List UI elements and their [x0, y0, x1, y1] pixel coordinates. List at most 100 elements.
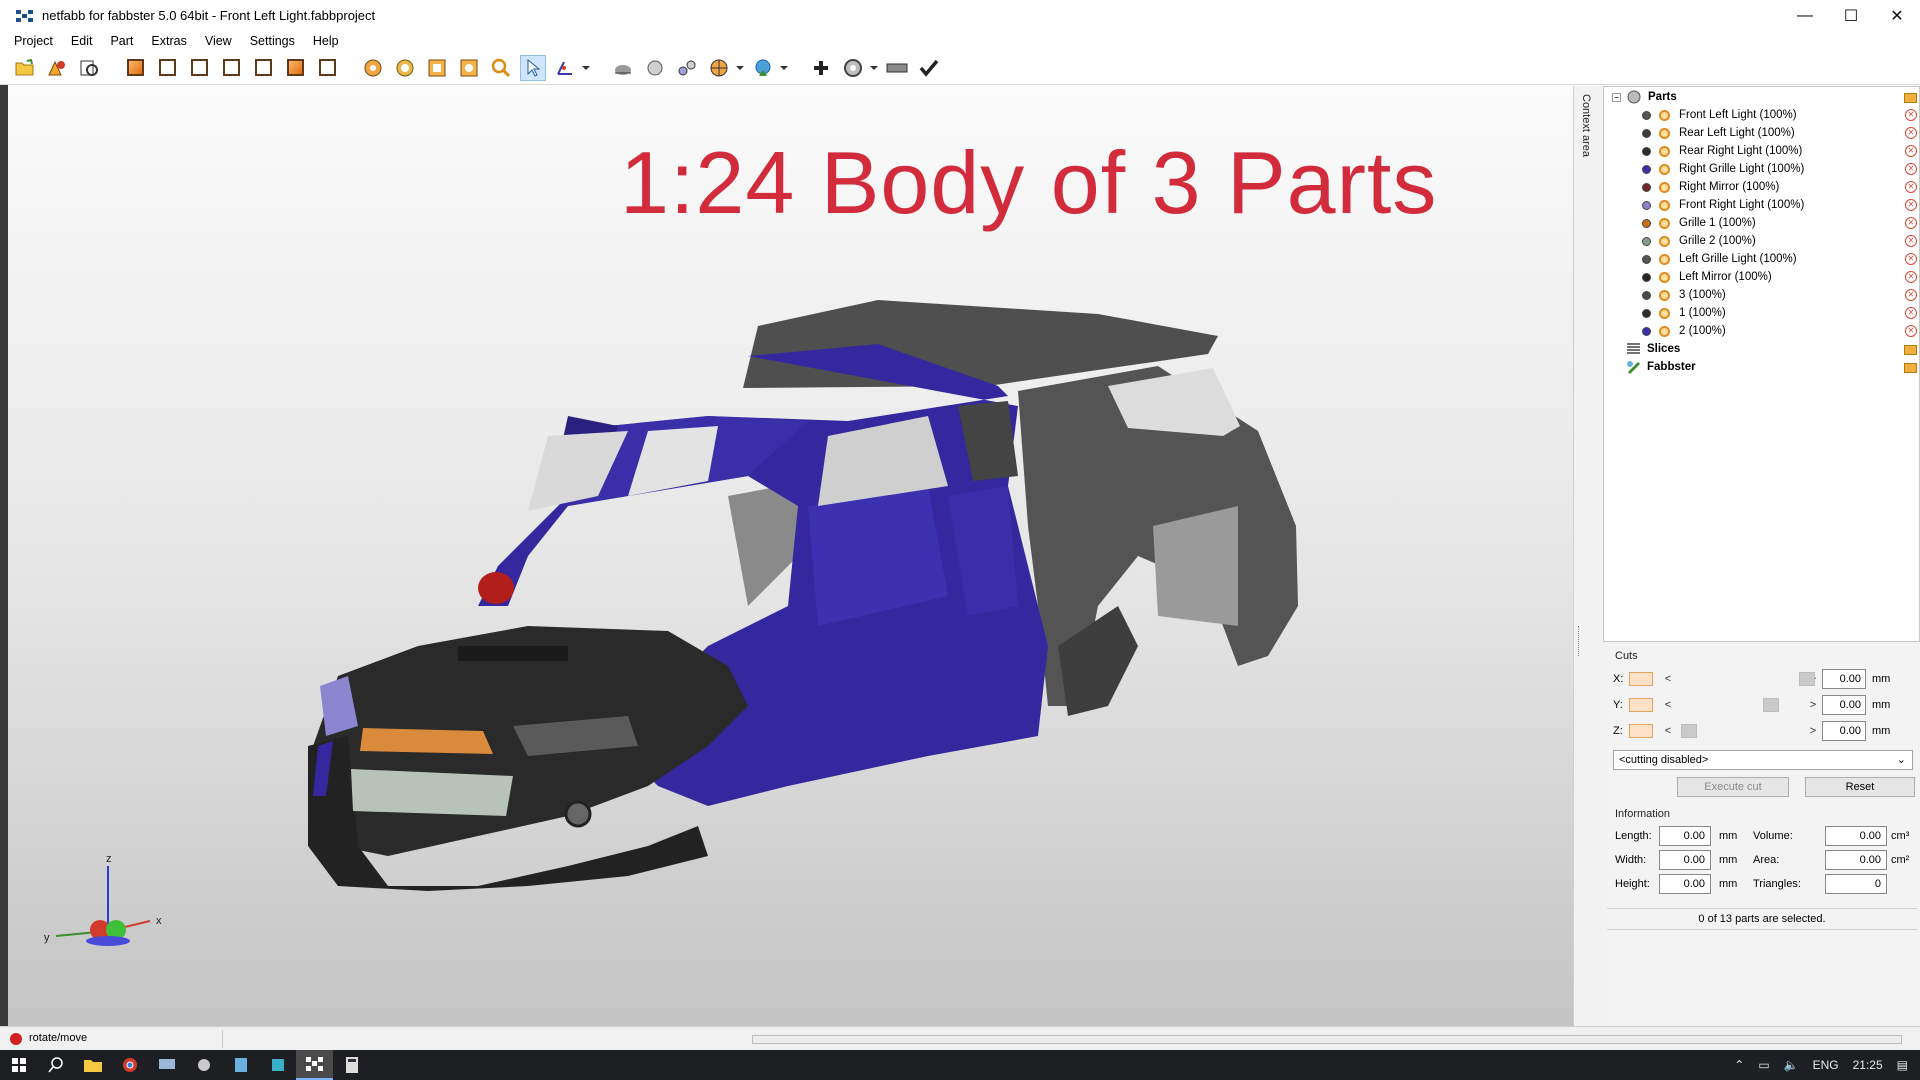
cut-slider-z[interactable]: < > — [1663, 724, 1818, 738]
visibility-eye-icon[interactable] — [1659, 253, 1670, 265]
app-icon-notes[interactable] — [222, 1050, 259, 1080]
tree-part-item[interactable]: Right Grille Light (100%) — [1642, 160, 1804, 178]
tree-part-item[interactable]: Grille 2 (100%) — [1642, 232, 1756, 250]
folder-icon[interactable] — [1904, 363, 1917, 373]
add-part-icon[interactable] — [44, 55, 70, 81]
visibility-eye-icon[interactable] — [1659, 325, 1670, 337]
execute-cut-button[interactable]: Execute cut — [1677, 777, 1789, 797]
visibility-eye-icon[interactable] — [1659, 271, 1670, 283]
tree-part-item[interactable]: Right Mirror (100%) — [1642, 178, 1779, 196]
remove-part-icon[interactable]: ✕ — [1905, 181, 1917, 193]
remove-part-icon[interactable]: ✕ — [1905, 235, 1917, 247]
tree-part-item[interactable]: Front Right Light (100%) — [1642, 196, 1804, 214]
menu-part[interactable]: Part — [110, 34, 133, 48]
visibility-eye-icon[interactable] — [1659, 163, 1670, 175]
chevron-left-icon[interactable]: < — [1663, 725, 1673, 737]
clock[interactable]: 21:25 — [1853, 1058, 1883, 1072]
chevron-right-icon[interactable]: > — [1808, 725, 1818, 737]
chrome-icon[interactable] — [111, 1050, 148, 1080]
menu-extras[interactable]: Extras — [151, 34, 186, 48]
remove-part-icon[interactable]: ✕ — [1905, 127, 1917, 139]
language-indicator[interactable]: ENG — [1813, 1058, 1839, 1072]
cut-value-x[interactable]: 0.00 — [1822, 669, 1866, 689]
file-explorer-icon[interactable] — [74, 1050, 111, 1080]
add-icon[interactable] — [808, 55, 834, 81]
close-button[interactable]: ✕ — [1874, 0, 1920, 31]
settings-gear-icon[interactable] — [840, 55, 866, 81]
view-iso-icon[interactable] — [314, 55, 340, 81]
car-body-model[interactable] — [8, 86, 1573, 1026]
remove-part-icon[interactable]: ✕ — [1905, 217, 1917, 229]
support-icon[interactable] — [750, 55, 776, 81]
remove-part-icon[interactable]: ✕ — [1905, 109, 1917, 121]
app-icon-store[interactable] — [259, 1050, 296, 1080]
windows-start-icon[interactable] — [0, 1050, 37, 1080]
cut-color-swatch[interactable] — [1629, 724, 1653, 738]
select-pointer-icon[interactable] — [520, 54, 546, 81]
wireframe-icon[interactable] — [642, 55, 668, 81]
3d-viewport[interactable]: 1:24 Body of 3 Parts z x y — [8, 86, 1573, 1026]
chevron-down-icon[interactable] — [736, 65, 744, 70]
slider-thumb[interactable] — [1799, 672, 1815, 686]
visibility-eye-icon[interactable] — [1659, 235, 1670, 247]
checkmark-icon[interactable] — [916, 55, 942, 81]
chevron-down-icon[interactable] — [582, 65, 590, 70]
shading-icon[interactable] — [610, 55, 636, 81]
folder-icon[interactable] — [1904, 345, 1917, 355]
search-icon[interactable] — [37, 1050, 74, 1080]
tree-part-item[interactable]: 2 (100%) — [1642, 322, 1726, 340]
view-back-icon[interactable] — [154, 55, 180, 81]
tree-root-fabbster[interactable]: Fabbster — [1626, 358, 1696, 376]
cut-slider-y[interactable]: < > — [1663, 698, 1818, 712]
visibility-eye-icon[interactable] — [1659, 145, 1670, 157]
chevron-left-icon[interactable]: < — [1663, 699, 1673, 711]
remove-part-icon[interactable]: ✕ — [1905, 253, 1917, 265]
repair-icon[interactable] — [706, 55, 732, 81]
chevron-down-icon[interactable] — [870, 65, 878, 70]
chevron-right-icon[interactable]: > — [1808, 699, 1818, 711]
tree-part-item[interactable]: Front Left Light (100%) — [1642, 106, 1797, 124]
maximize-button[interactable]: ☐ — [1828, 0, 1874, 31]
remove-part-icon[interactable]: ✕ — [1905, 289, 1917, 301]
remove-part-icon[interactable]: ✕ — [1905, 307, 1917, 319]
volume-icon[interactable]: 🔈 — [1784, 1058, 1799, 1072]
notification-icon[interactable]: ▤ — [1897, 1058, 1908, 1072]
remove-part-icon[interactable]: ✕ — [1905, 271, 1917, 283]
visibility-eye-icon[interactable] — [1659, 199, 1670, 211]
cut-value-y[interactable]: 0.00 — [1822, 695, 1866, 715]
slider-thumb[interactable] — [1681, 724, 1697, 738]
remove-part-icon[interactable]: ✕ — [1905, 325, 1917, 337]
menu-help[interactable]: Help — [313, 34, 339, 48]
visibility-eye-icon[interactable] — [1659, 127, 1670, 139]
visibility-eye-icon[interactable] — [1659, 109, 1670, 121]
mesh-analysis-icon[interactable] — [674, 55, 700, 81]
tree-part-item[interactable]: Grille 1 (100%) — [1642, 214, 1756, 232]
magnifier-icon[interactable] — [488, 55, 514, 81]
zoom-out-icon[interactable] — [392, 55, 418, 81]
parts-tree[interactable]: − Parts Front Left Light (100%) ✕ Rear Lef… — [1603, 86, 1920, 642]
menu-project[interactable]: Project — [14, 34, 53, 48]
remove-part-icon[interactable]: ✕ — [1905, 145, 1917, 157]
view-left-icon[interactable] — [186, 55, 212, 81]
remove-part-icon[interactable]: ✕ — [1905, 199, 1917, 211]
open-project-icon[interactable] — [12, 55, 38, 81]
tree-part-item[interactable]: Rear Right Light (100%) — [1642, 142, 1802, 160]
chevron-up-icon[interactable]: ⌃ — [1734, 1058, 1744, 1072]
tree-part-item[interactable]: Rear Left Light (100%) — [1642, 124, 1795, 142]
visibility-eye-icon[interactable] — [1659, 289, 1670, 301]
cut-slider-x[interactable]: < > — [1663, 672, 1818, 686]
visibility-eye-icon[interactable] — [1659, 181, 1670, 193]
network-icon[interactable]: ▭ — [1758, 1058, 1769, 1072]
collapse-icon[interactable]: − — [1612, 92, 1621, 102]
measure-tool-icon[interactable] — [552, 55, 578, 81]
splitter-grip[interactable] — [1578, 626, 1581, 656]
tree-root-slices[interactable]: Slices — [1626, 340, 1680, 358]
view-right-icon[interactable] — [218, 55, 244, 81]
menu-edit[interactable]: Edit — [71, 34, 93, 48]
zoom-in-icon[interactable] — [360, 55, 386, 81]
chevron-left-icon[interactable]: < — [1663, 673, 1673, 685]
context-area-tab[interactable]: Context area — [1573, 86, 1603, 1026]
netfabb-taskbar-icon[interactable] — [296, 1050, 333, 1080]
chevron-down-icon[interactable] — [780, 65, 788, 70]
tree-part-item[interactable]: Left Mirror (100%) — [1642, 268, 1772, 286]
